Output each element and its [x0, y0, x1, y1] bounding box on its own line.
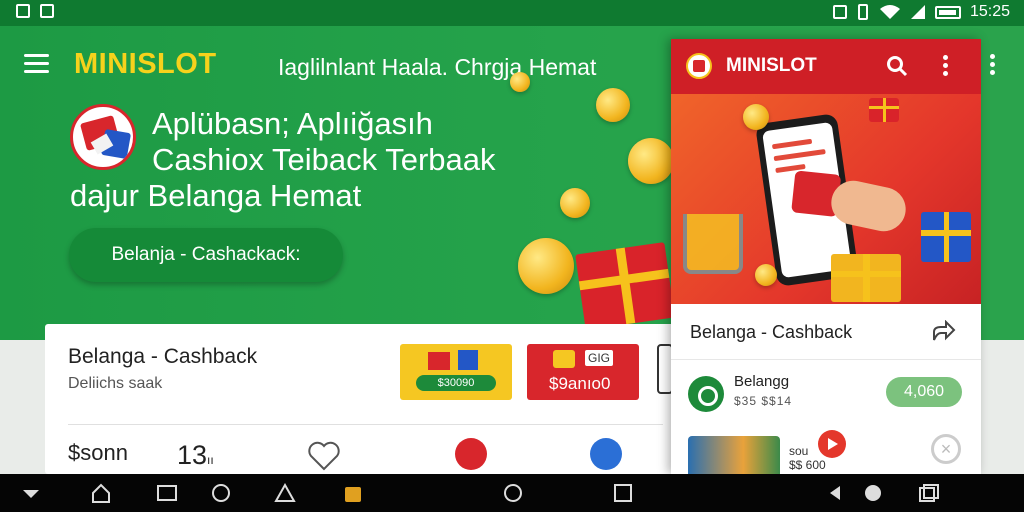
- divider: [68, 424, 663, 425]
- shopping-cart-icon: [683, 214, 743, 274]
- assistant-icon[interactable]: [862, 483, 884, 503]
- hero-title: Aplübasn; Aplıiğasıh Cashiox Teiback Ter…: [70, 106, 630, 214]
- status-bar: 15:25: [0, 0, 1024, 26]
- gift-box-icon: [575, 242, 675, 330]
- close-icon[interactable]: ×: [931, 434, 961, 464]
- box-icon: [458, 350, 478, 370]
- offer-badge-red[interactable]: GIG $9anıo0: [527, 344, 639, 400]
- panel-item-value[interactable]: 4,060: [886, 377, 962, 407]
- status-notifications: [16, 4, 54, 18]
- item-count-value: 13: [177, 440, 208, 470]
- back-icon[interactable]: [824, 483, 846, 503]
- video-caption: sou $$ 600: [789, 444, 826, 472]
- panel-more-icon[interactable]: [943, 55, 949, 77]
- coin-icon: [560, 188, 590, 218]
- coin-icon: [518, 238, 574, 294]
- coin-icon: [743, 104, 769, 130]
- header-tagline: Iaglilnlant Haala. Chrgja Hemat: [278, 54, 597, 80]
- home-icon[interactable]: [90, 483, 112, 503]
- system-navigation-bar: [0, 474, 1024, 512]
- app-notification-icon: [16, 4, 30, 18]
- status-system: 15:25: [832, 3, 1010, 21]
- image-notification-icon: [40, 4, 54, 18]
- offer-badge-yellow[interactable]: $30090: [400, 344, 512, 400]
- share-icon[interactable]: [932, 320, 956, 342]
- hero-title-line-3: dajur Belanga Hemat: [70, 178, 362, 213]
- panel-heading-row: Belanga - Cashback: [671, 304, 981, 360]
- collapse-icon[interactable]: [20, 483, 42, 503]
- price-text: $sonn: [68, 440, 128, 465]
- gift-box-icon: [921, 212, 971, 262]
- menu-icon[interactable]: [24, 54, 49, 74]
- panel-heading: Belanga - Cashback: [690, 322, 853, 342]
- overview-icon[interactable]: [918, 483, 940, 503]
- video-thumbnail[interactable]: [688, 436, 780, 474]
- offer-badge-amount: $9anıo0: [549, 374, 611, 393]
- gift-box-icon: [831, 254, 901, 302]
- panel-toolbar: MINISLOT: [671, 39, 981, 94]
- coin-icon: [755, 264, 777, 286]
- coin-icon: [596, 88, 630, 122]
- signal-icon: [910, 5, 925, 19]
- card-subtitle: Deliichs saak: [68, 375, 163, 392]
- panel-item-subtitle: $35 $$14: [734, 394, 793, 408]
- panel-logo-icon: [686, 53, 712, 79]
- app-preview-panel: MINISLOT Belanga - Cashback Belangg $35 …: [671, 39, 981, 474]
- hero-title-line-2: Cashiox Teiback Terbaak: [152, 142, 496, 177]
- square-icon[interactable]: [612, 483, 634, 503]
- offer-badge-tag: GIG: [585, 350, 614, 366]
- item-count: 13ıı: [177, 440, 214, 471]
- more-options-icon[interactable]: [990, 54, 996, 76]
- panel-list-item[interactable]: Belangg $35 $$14 4,060: [671, 369, 981, 427]
- coin-icon: [510, 72, 530, 92]
- blue-action-icon[interactable]: [590, 438, 622, 470]
- item-count-suffix: ıı: [207, 453, 214, 467]
- search-icon[interactable]: [886, 55, 908, 77]
- cashback-cta-button[interactable]: Belanja - Cashackack:: [69, 228, 343, 282]
- gift-box-icon: [869, 98, 899, 122]
- circle-home-icon[interactable]: [502, 483, 524, 503]
- nfc-icon: [832, 5, 847, 19]
- panel-list-item[interactable]: sou $$ 600 ×: [671, 428, 981, 474]
- gallery-icon[interactable]: [210, 483, 232, 503]
- red-action-icon[interactable]: [455, 438, 487, 470]
- wifi-icon: [879, 5, 900, 19]
- battery-icon: [934, 5, 961, 19]
- panel-item-title: Belangg: [734, 373, 790, 390]
- wallet-icon: [688, 376, 724, 412]
- vibrate-icon: [857, 4, 868, 20]
- screenshot-icon[interactable]: [274, 483, 296, 503]
- brand-logo-text[interactable]: MINISLOT: [74, 48, 217, 81]
- gift-icon: [428, 352, 450, 370]
- panel-brand: MINISLOT: [726, 55, 817, 76]
- coin-icon: [628, 138, 674, 184]
- status-time: 15:25: [969, 3, 1010, 20]
- recents-square-icon[interactable]: [156, 483, 178, 503]
- offer-badge-value: $30090: [416, 375, 496, 391]
- store-icon[interactable]: [342, 483, 364, 503]
- cashback-card: Belanga - Cashback Deliichs saak $30090 …: [45, 324, 677, 474]
- heart-icon[interactable]: [307, 441, 341, 471]
- hero-title-line-1: Aplübasn; Aplıiğasıh: [152, 106, 433, 141]
- coins-icon: [553, 350, 575, 368]
- card-title: Belanga - Cashback: [68, 345, 258, 368]
- panel-promo-image: [671, 94, 981, 304]
